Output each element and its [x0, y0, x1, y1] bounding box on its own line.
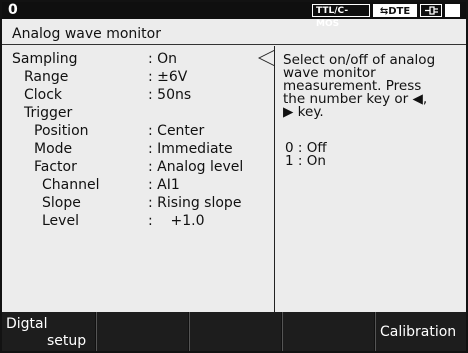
- channel-label: Channel: [42, 177, 100, 193]
- slope-row[interactable]: Slope : Rising slope: [42, 194, 272, 212]
- function-key-2[interactable]: [96, 312, 188, 351]
- mode-value: : Immediate: [148, 141, 233, 157]
- settings-list: Sampling : On Range : ±6V Clock : 50ns T…: [2, 46, 272, 312]
- title-divider: [2, 44, 466, 45]
- help-panel: Select on/off of analog wave monitor mea…: [258, 46, 466, 312]
- range-value: : ±6V: [148, 69, 188, 85]
- help-line: ▶ key.: [283, 104, 324, 120]
- page-title: Analog wave monitor: [12, 26, 161, 42]
- slope-value: : Rising slope: [148, 195, 242, 211]
- help-text: Select on/off of analog wave monitor mea…: [283, 53, 465, 120]
- status-bar: 0 TTL/C-MOS ⇆DTE: [2, 2, 466, 29]
- function-key-4[interactable]: [282, 312, 374, 351]
- cable-icon: [420, 4, 442, 17]
- position-row[interactable]: Position : Center: [34, 122, 272, 140]
- range-row[interactable]: Range : ±6V: [24, 68, 272, 86]
- function-key-bar: Digtal setup Calibration: [2, 312, 466, 351]
- sampling-row[interactable]: Sampling : On: [12, 50, 272, 68]
- instrument-screen: 0 TTL/C-MOS ⇆DTE Analog wave monitor Sam…: [2, 2, 466, 351]
- mode-row[interactable]: Mode : Immediate: [34, 140, 272, 158]
- factor-row[interactable]: Factor : Analog level: [34, 158, 272, 176]
- range-label: Range: [24, 69, 69, 85]
- digital-setup-key[interactable]: Digtal setup: [2, 312, 95, 351]
- sampling-value: : On: [148, 51, 178, 67]
- calibration-key[interactable]: Calibration: [375, 312, 466, 351]
- clock-row[interactable]: Clock : 50ns: [24, 86, 272, 104]
- function-key-3[interactable]: [189, 312, 281, 351]
- clock-label: Clock: [24, 87, 63, 103]
- clock-value: : 50ns: [148, 87, 192, 103]
- level-value: : +1.0: [148, 213, 205, 229]
- channel-value: : AI1: [148, 177, 180, 193]
- trigger-row: Trigger: [24, 104, 272, 122]
- sampling-label: Sampling: [12, 51, 78, 67]
- option-on: 1 : On: [285, 153, 326, 169]
- level-label: Level: [42, 213, 79, 229]
- page-number: 0: [8, 2, 18, 18]
- level-row[interactable]: Level : +1.0: [42, 212, 272, 230]
- factor-value: : Analog level: [148, 159, 244, 175]
- cable-icon-graphic: [425, 6, 438, 15]
- dte-badge: ⇆DTE: [373, 4, 417, 17]
- position-value: : Center: [148, 123, 205, 139]
- signal-block: [445, 4, 460, 17]
- position-label: Position: [34, 123, 89, 139]
- channel-row[interactable]: Channel : AI1: [42, 176, 272, 194]
- digital-setup-label-top: Digtal: [6, 316, 48, 332]
- trigger-label: Trigger: [24, 105, 73, 121]
- calibration-label: Calibration: [380, 324, 457, 340]
- mode-label: Mode: [34, 141, 73, 157]
- slope-label: Slope: [42, 195, 81, 211]
- ttl-cmos-badge: TTL/C-MOS: [312, 4, 370, 29]
- factor-label: Factor: [34, 159, 77, 175]
- digital-setup-label-bottom: setup: [47, 333, 87, 349]
